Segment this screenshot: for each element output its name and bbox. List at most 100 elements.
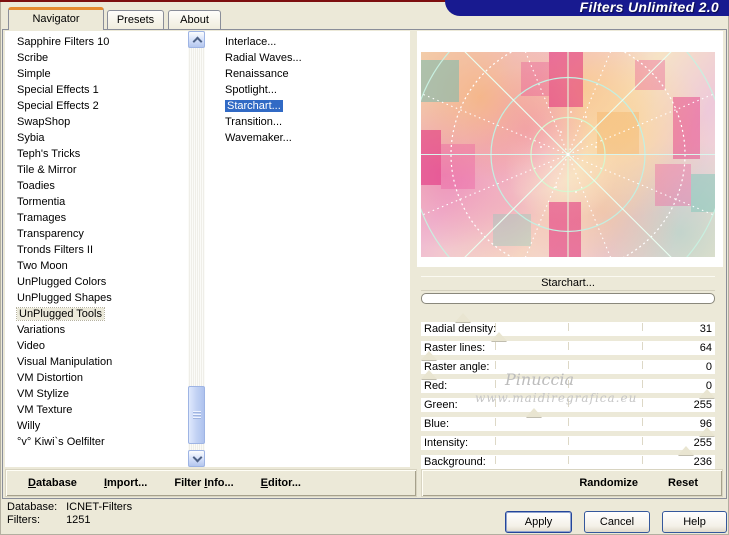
selected-filter-caption: Starchart... [421, 276, 715, 291]
category-item[interactable]: Special Effects 2 [5, 98, 188, 114]
category-item[interactable]: Special Effects 1 [5, 82, 188, 98]
scrollbar-track[interactable] [188, 48, 205, 450]
tab-navigator[interactable]: Navigator [8, 7, 104, 30]
apply-button[interactable]: Apply [505, 511, 572, 533]
category-item[interactable]: Tronds Filters II [5, 242, 188, 258]
scrollbar-thumb[interactable] [188, 386, 205, 444]
toolbar-button-database[interactable]: Database [28, 477, 77, 489]
toolbar-left: Database Import... Filter Info... Editor... [5, 469, 417, 497]
category-item[interactable]: Video [5, 338, 188, 354]
category-item[interactable]: Scribe [5, 50, 188, 66]
tab-presets[interactable]: Presets [107, 10, 164, 30]
slider-track[interactable]: Raster lines: 64 [421, 341, 715, 355]
slider-tick [641, 418, 643, 426]
slider-track[interactable]: Background: 236 [421, 455, 715, 469]
category-item[interactable]: SwapShop [5, 114, 188, 130]
filter-item-label: Renaissance [225, 68, 289, 80]
category-item-label: Tile & Mirror [17, 164, 77, 176]
slider-thumb[interactable] [454, 313, 471, 322]
category-item[interactable]: VM Stylize [5, 386, 188, 402]
category-item[interactable]: Simple [5, 66, 188, 82]
category-item-label: Scribe [17, 52, 49, 64]
scroll-down-button[interactable] [188, 450, 205, 467]
preview-image [421, 52, 715, 257]
category-item[interactable]: UnPlugged Colors [5, 274, 188, 290]
toolbar-button-editor[interactable]: Editor... [261, 477, 301, 489]
help-button[interactable]: Help [662, 511, 727, 533]
toolbar-button-randomize[interactable]: Randomize [579, 477, 638, 489]
toolbar-button-reset[interactable]: Reset [668, 477, 698, 489]
parameter-slider: Background: 236 [421, 446, 715, 469]
slider-thumb[interactable] [421, 370, 437, 379]
category-item-label: Two Moon [17, 260, 68, 272]
category-item[interactable]: Willy [5, 418, 188, 434]
filter-list: Interlace... Radial Waves... Renaissance Sp… [213, 34, 410, 146]
slider-thumb[interactable] [678, 446, 695, 455]
status-filters: Filters: 1251 [7, 514, 91, 526]
slider-tick [494, 342, 496, 350]
category-item[interactable]: Visual Manipulation [5, 354, 188, 370]
category-item[interactable]: °v° Kiwi`s Oelfilter [5, 434, 188, 450]
slider-thumb[interactable] [490, 332, 507, 341]
cancel-button[interactable]: Cancel [584, 511, 650, 533]
toolbar-button-label: Filter [174, 477, 205, 489]
slider-tick [568, 323, 569, 331]
category-item[interactable]: Transparency [5, 226, 188, 242]
category-item-label: Tronds Filters II [17, 244, 93, 256]
toolbar-button-filter-info[interactable]: Filter Info... [174, 477, 233, 489]
filter-item-label: Wavemaker... [225, 132, 292, 144]
category-scrollbar[interactable] [188, 31, 205, 467]
category-item-label: Transparency [17, 228, 84, 240]
slider-thumb[interactable] [421, 351, 437, 360]
category-item[interactable]: Variations [5, 322, 188, 338]
category-item[interactable]: VM Texture [5, 402, 188, 418]
category-item[interactable]: Tile & Mirror [5, 162, 188, 178]
filter-item[interactable]: Spotlight... [213, 82, 410, 98]
category-item-label: Sapphire Filters 10 [17, 36, 110, 48]
category-item-label: Visual Manipulation [17, 356, 113, 368]
status-filters-value: 1251 [66, 514, 91, 526]
lists-pane: Sapphire Filters 10 Scribe Simple Special E… [5, 31, 410, 467]
category-item[interactable]: Sybia [5, 130, 188, 146]
toolbar-button-import[interactable]: Import... [104, 477, 147, 489]
tab-about[interactable]: About [168, 10, 221, 30]
tab-navigator-label: Navigator [32, 13, 80, 25]
preview-pane [417, 31, 723, 267]
filter-item[interactable]: Renaissance [213, 66, 410, 82]
filter-item[interactable]: Wavemaker... [213, 130, 410, 146]
filter-item-label: Spotlight... [225, 84, 277, 96]
category-item[interactable]: Teph's Tricks [5, 146, 188, 162]
slider-thumb[interactable] [699, 427, 715, 436]
category-item[interactable]: Tormentia [5, 194, 188, 210]
category-item[interactable]: UnPlugged Tools [5, 306, 188, 322]
category-item-label: Video [17, 340, 45, 352]
scroll-up-button[interactable] [188, 31, 205, 48]
slider-label: Background: [424, 456, 486, 468]
category-item-label: Special Effects 2 [17, 100, 99, 112]
filter-item[interactable]: Radial Waves... [213, 50, 410, 66]
parameter-slider: Intensity: 255 [421, 427, 715, 450]
category-item-label: Tormentia [17, 196, 66, 208]
slider-track[interactable]: Intensity: 255 [421, 436, 715, 450]
filter-item[interactable]: Interlace... [213, 34, 410, 50]
slider-tick [641, 361, 643, 369]
category-item[interactable]: Tramages [5, 210, 188, 226]
category-item[interactable]: Toadies [5, 178, 188, 194]
category-item[interactable]: VM Distortion [5, 370, 188, 386]
starchart-overlay-graphic [421, 52, 715, 257]
slider-thumb[interactable] [525, 408, 542, 417]
caption-label: Starchart... [541, 277, 595, 289]
status-database: Database: ICNET-Filters [7, 501, 132, 513]
category-item[interactable]: Two Moon [5, 258, 188, 274]
category-item[interactable]: UnPlugged Shapes [5, 290, 188, 306]
toolbar-right: Randomize Reset [421, 469, 723, 497]
slider-tick [494, 456, 496, 464]
toolbar-button-label: D [28, 477, 36, 489]
slider-label: Blue: [424, 418, 450, 430]
category-item[interactable]: Sapphire Filters 10 [5, 34, 188, 50]
filter-item[interactable]: Starchart... [213, 98, 410, 114]
filter-item[interactable]: Transition... [213, 114, 410, 130]
slider-track[interactable]: Radial density: 31 [421, 322, 715, 336]
slider-thumb[interactable] [699, 389, 715, 398]
slider-track[interactable]: Blue: 96 [421, 417, 715, 431]
